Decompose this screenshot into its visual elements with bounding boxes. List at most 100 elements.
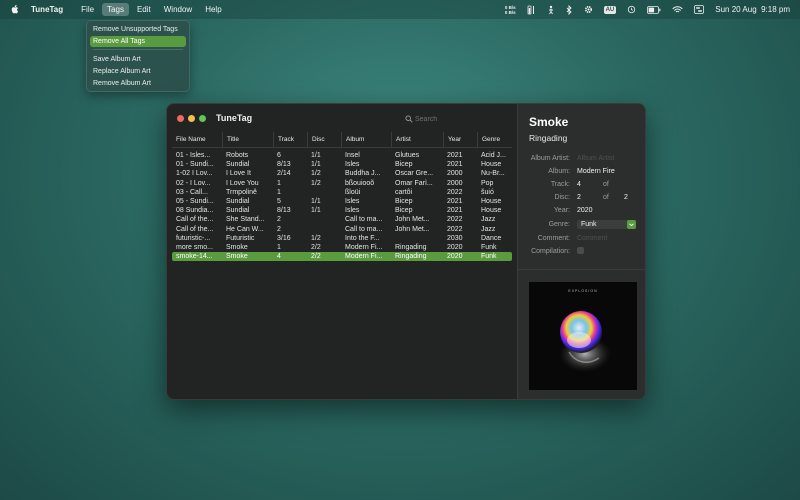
zoom-window-button[interactable] [199, 115, 206, 122]
cell-file-name: more smo... [176, 244, 213, 251]
album-label: Album: [548, 168, 570, 175]
table-row[interactable]: smoke-14... Smoke 4 2/2 Modern Fi... Ringadin… [172, 252, 512, 262]
cell-file-name: 05 - Sundi... [176, 198, 214, 205]
menu-item-remove-album-art[interactable]: Remove Album Art [90, 78, 186, 89]
cell-file-name: 02 - I Lov... [176, 179, 211, 187]
table-header: File Name Title Track Disc Album Artist … [172, 132, 512, 148]
menu-tags[interactable]: Tags [102, 3, 129, 16]
table-row[interactable]: Call of the... She Stand... 2 Call to ma...… [172, 215, 512, 224]
track-field[interactable]: 4 [577, 181, 581, 188]
cell-track: 2 [277, 216, 281, 224]
cell-genre: Funk [481, 253, 497, 261]
comment-field[interactable]: Comment [577, 235, 607, 242]
cell-artist: Bicep [395, 207, 413, 215]
bluetooth-icon[interactable] [566, 4, 573, 15]
menu-help[interactable]: Help [200, 3, 226, 16]
year-field[interactable]: 2020 [577, 207, 593, 214]
cell-genre: Jazz [481, 225, 496, 233]
search-input[interactable] [415, 113, 495, 125]
battery-vertical-icon[interactable] [527, 5, 536, 15]
disc-field[interactable]: 2 [577, 194, 581, 201]
cell-file-name: 01 - Sundi... [176, 161, 214, 169]
minimize-window-button[interactable] [188, 115, 195, 122]
accessibility-icon[interactable] [547, 5, 555, 15]
cell-genre: šuió [481, 188, 494, 196]
genre-label: Genre: [548, 221, 570, 228]
cell-album: Modern Fi... [345, 244, 383, 251]
wifi-icon[interactable] [672, 5, 683, 14]
apple-icon[interactable] [10, 4, 20, 15]
cell-title: Trmpolinê [226, 188, 257, 196]
menu-item-replace-album-art[interactable]: Replace Album Art [90, 66, 186, 77]
table-row[interactable]: 08 Sundia... Sundial 8/13 1/1 Isles Bicep 2021… [172, 206, 512, 215]
menu-window[interactable]: Window [159, 3, 197, 16]
cell-album: Isles [345, 161, 360, 169]
cell-year: 2000 [447, 179, 463, 187]
column-header-file-name[interactable]: File Name [172, 132, 222, 147]
album-field[interactable]: Modern Fire [577, 168, 615, 175]
menubar-clock[interactable]: Sun 20 Aug 9:18 pm [715, 5, 790, 14]
control-center-icon[interactable] [694, 5, 705, 14]
album-artist-field[interactable]: Album Artist [577, 155, 614, 162]
cell-artist: Oscar Gre... [395, 170, 434, 178]
cell-year: 2000 [447, 170, 463, 178]
clock-icon[interactable] [627, 5, 636, 14]
genre-dropdown-button[interactable] [627, 220, 636, 229]
table-row[interactable]: futuristic-... Futuristic 3/16 1/2 Into the … [172, 234, 512, 243]
menu-item-remove-unsupported-tags[interactable]: Remove Unsupported Tags [90, 24, 186, 35]
table-row[interactable]: 01 - Sundi... Sundial 8/13 1/1 Isles Bicep 202… [172, 160, 512, 169]
cell-artist: Ringading [395, 253, 427, 261]
album-artist-label: Album Artist: [530, 155, 570, 162]
table-row[interactable]: 01 - Isles... Robots 6 1/1 Insel Glutues 2021 A… [172, 151, 512, 160]
search-field[interactable] [402, 113, 502, 125]
cell-genre: Jazz [481, 216, 496, 224]
cell-track: 4 [277, 253, 281, 261]
cell-album: Modern Fi... [345, 253, 383, 261]
gear-icon[interactable] [584, 5, 593, 14]
cell-genre: Acid J... [481, 152, 506, 159]
keyboard-layout-badge[interactable]: AU [603, 5, 617, 14]
column-header-track[interactable]: Track [273, 132, 307, 147]
menu-app-name[interactable]: TuneTag [31, 5, 63, 14]
track-of-label: of [603, 181, 609, 188]
column-header-artist[interactable]: Artist [391, 132, 443, 147]
album-art[interactable]: EXPLOSION [529, 282, 637, 390]
compilation-checkbox[interactable] [577, 247, 584, 254]
cell-title: She Stand... [226, 216, 265, 224]
cell-disc [307, 215, 341, 224]
title-bar[interactable]: TuneTag [167, 104, 517, 132]
table-row[interactable]: Call of the... He Can W... 2 Call to ma... J… [172, 225, 512, 234]
cell-file-name: smoke-14... [176, 253, 213, 261]
table-row[interactable]: 1-02 I Lov... I Love It 2/14 1/2 Buddha J...… [172, 169, 512, 178]
table-row[interactable]: more smo... Smoke 1 2/2 Modern Fi... Ringadin… [172, 243, 512, 252]
disc-total-field[interactable]: 2 [624, 194, 628, 201]
network-speed[interactable]: 0 B/s 0 B/s [505, 5, 516, 15]
menu-item-save-album-art[interactable]: Save Album Art [90, 54, 186, 65]
table-row[interactable]: 02 - I Lov... I Love You 1 1/2 bßouiooõ Omar … [172, 179, 512, 188]
menu-edit[interactable]: Edit [132, 3, 156, 16]
tags-menu: Remove Unsupported Tags Remove All Tags … [86, 20, 190, 92]
cell-disc: 1/1 [311, 198, 321, 205]
column-header-album[interactable]: Album [341, 132, 391, 147]
table-row[interactable]: 05 - Sundi... Sundial 5 1/1 Isles Bicep 2021 Ho… [172, 197, 512, 206]
genre-select[interactable]: Funk [577, 220, 636, 229]
cell-track: 1 [277, 179, 281, 187]
cell-genre: House [481, 207, 502, 215]
cell-disc: 2/2 [311, 253, 321, 261]
column-header-year[interactable]: Year [443, 132, 477, 147]
menu-file[interactable]: File [76, 3, 99, 16]
column-header-title[interactable]: Title [222, 132, 273, 147]
comment-label: Comment: [537, 235, 570, 242]
table-row[interactable]: 03 - Call... Trmpolinê 1 ßlοüi cartôi 2022 šui… [172, 188, 512, 197]
cell-year: 2021 [447, 207, 463, 215]
menu-item-remove-all-tags[interactable]: Remove All Tags [90, 36, 186, 47]
column-header-disc[interactable]: Disc [307, 132, 341, 147]
cell-album: Call to ma... [345, 216, 383, 224]
close-window-button[interactable] [177, 115, 184, 122]
battery-icon[interactable] [647, 5, 661, 14]
column-header-genre[interactable]: Genre [477, 132, 512, 147]
cell-artist: Glutues [395, 152, 420, 159]
cell-title: I Love You [226, 179, 259, 187]
app-window: TuneTag File Name Title Track Disc Album… [166, 103, 646, 400]
cell-file-name: 01 - Isles... [176, 152, 211, 159]
